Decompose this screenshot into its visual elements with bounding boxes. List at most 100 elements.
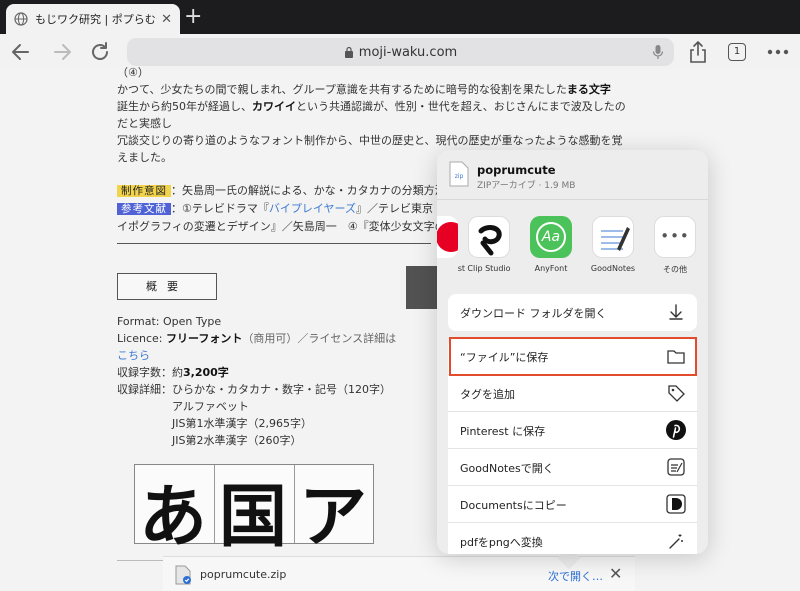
save-to-files-highlight: [449, 337, 697, 376]
zip-file-icon: [175, 565, 191, 585]
download-close-icon[interactable]: ✕: [609, 564, 622, 583]
line1-text: かつて、少女たちの間で親しまれ、グループ意識を共有するために暗号的な役割を果たし…: [117, 83, 567, 96]
globe-icon: [14, 12, 28, 26]
action-label: pdfをpngへ変換: [460, 536, 543, 549]
anyfont-app-icon: Aa: [530, 216, 572, 258]
divider: [117, 243, 431, 244]
action-open-goodnotes[interactable]: GoodNotesで開く: [448, 449, 697, 486]
app-more[interactable]: ••• その他: [645, 216, 705, 275]
reference-text: ：①テレビドラマ『: [171, 202, 269, 215]
action-label: Pinterest に保存: [460, 425, 546, 438]
action-label: タグを追加: [460, 388, 515, 401]
action-label: Documentsにコピー: [460, 499, 567, 512]
licence-label: Licence:: [117, 332, 166, 345]
tab-close-icon[interactable]: ✕: [161, 12, 172, 27]
tab-moji-waku[interactable]: もじワク研究 | ポプらむ☆ぱれっと ✕: [6, 4, 180, 34]
shared-file-name: poprumcute: [477, 163, 556, 177]
detail-line-2: アルファベット: [172, 400, 249, 413]
format-line: Format: Open Type: [117, 315, 222, 328]
action-add-tag[interactable]: タグを追加: [448, 375, 697, 412]
tab-title: もじワク研究 | ポプらむ☆ぱれっと: [35, 13, 157, 26]
lock-icon: [344, 46, 353, 58]
shared-file-meta: ZIPアーカイブ · 1.9 MB: [477, 181, 576, 191]
circled-number: （④）: [117, 66, 149, 79]
intent-row: 制作意図 ：矢島周一氏の解説による、かな・カタカナの分類方法: [117, 182, 446, 200]
line1-bold: まる文字: [566, 83, 611, 96]
licence-bold: フリーフォント: [166, 332, 243, 345]
reference-text-post: 』／テレビ東京: [356, 202, 433, 215]
count-label: 収録字数：: [117, 366, 172, 379]
line2-text: 誕生から約50年が経過し、: [117, 100, 252, 113]
goodnotes-icon: [667, 458, 685, 476]
glyph-cell: 国: [215, 465, 295, 557]
dark-image-block: [406, 266, 440, 309]
pinterest-icon: [666, 420, 686, 440]
action-save-pinterest[interactable]: Pinterest に保存: [448, 412, 697, 449]
goodnotes-app-icon: [592, 216, 634, 258]
licence-link[interactable]: こちら: [117, 347, 150, 364]
article-line-2: 誕生から約50年が経過し、カワイイという共通認識が、性別・世代を超え、おじさんに…: [117, 98, 626, 115]
detail-line-4: JIS第2水準漢字（260字）: [172, 434, 302, 447]
download-arrow-icon: [669, 304, 683, 320]
zip-icon-text: zip: [455, 173, 464, 180]
new-tab-button[interactable]: +: [184, 5, 202, 29]
action-label: GoodNotesで開く: [460, 462, 554, 475]
count-line: 収録字数：約3,200字: [117, 364, 229, 381]
download-filename: poprumcute.zip: [200, 568, 287, 581]
article-line-5: えました。: [117, 151, 172, 164]
detail-1: ひらかな・カタカナ・数字・記号（120字）: [172, 383, 391, 396]
address-bar[interactable]: moji-waku.com: [127, 38, 674, 66]
tag-icon: [668, 385, 685, 402]
detail-line-1: 収録詳細：ひらかな・カタカナ・数字・記号（120字）: [117, 381, 391, 398]
url-text: moji-waku.com: [358, 44, 458, 60]
article-line-1: かつて、少女たちの間で親しまれ、グループ意識を共有するために暗号的な役割を果たし…: [117, 81, 611, 98]
app-row: st Clip Studio Aa AnyFont GoodNotes ••• …: [437, 216, 708, 278]
glyph-cell: ア: [295, 465, 375, 557]
documents-icon: [666, 494, 686, 514]
app-label: GoodNotes: [590, 264, 636, 273]
tab-count-button[interactable]: 1: [728, 43, 746, 61]
glyph-sample-1: あ: [139, 478, 208, 557]
anyfont-glyph: Aa: [536, 222, 566, 252]
action-open-downloads[interactable]: ダウンロード フォルダを開く: [448, 294, 697, 331]
app-clip-studio[interactable]: Clip Studio: [459, 216, 519, 273]
reference-link[interactable]: バイプレイヤーズ: [269, 202, 356, 215]
detail-label: 収録詳細：: [117, 383, 172, 396]
intent-tag: 制作意図: [117, 185, 171, 197]
tab-bar: もじワク研究 | ポプらむ☆ぱれっと ✕ +: [0, 0, 800, 34]
line2-bold: カワイイ: [252, 100, 296, 113]
back-arrow-icon[interactable]: [8, 40, 34, 64]
action-copy-documents[interactable]: Documentsにコピー: [448, 486, 697, 523]
sparkle-icon: [669, 534, 683, 549]
glyph-sample-strip: あ 国 ア: [134, 464, 375, 557]
forward-arrow-icon[interactable]: [49, 40, 75, 64]
article-line-3: だと実感し: [117, 117, 172, 130]
count-prefix: 約: [172, 366, 183, 379]
detail-line-3: JIS第1水準漢字（2,965字）: [172, 417, 312, 430]
more-apps-icon: •••: [654, 216, 696, 258]
app-label: その他: [663, 265, 687, 274]
open-in-button[interactable]: 次で開く…: [548, 568, 603, 584]
app-goodnotes[interactable]: GoodNotes: [583, 216, 643, 273]
reference-row: 参考文献 ：①テレビドラマ『バイプレイヤーズ』／テレビ東京: [117, 200, 433, 218]
glyph-cell: あ: [135, 465, 215, 557]
share-sheet-header: zip poprumcute ZIPアーカイブ · 1.9 MB: [437, 150, 708, 200]
licence-detail: （商用可）／ライセンス詳細は: [242, 332, 397, 345]
licence-line: Licence: フリーフォント（商用可）／ライセンス詳細は: [117, 330, 396, 347]
zip-document-icon: zip: [449, 161, 469, 187]
intent-text: ：矢島周一氏の解説による、かな・カタカナの分類方法: [171, 184, 446, 197]
action-label: ダウンロード フォルダを開く: [460, 307, 607, 320]
pinterest-app-icon: [437, 216, 458, 258]
reload-icon[interactable]: [88, 40, 114, 64]
more-dots-icon[interactable]: [767, 48, 789, 56]
reference-tag: 参考文献: [117, 203, 171, 215]
article-line-4: 冗談交じりの寄り道のようなフォント制作から、中世の歴史と、現代の歴史が重なったよ…: [117, 134, 623, 147]
more-apps-dots: •••: [660, 227, 690, 245]
action-pdf-to-png[interactable]: pdfをpngへ変換: [448, 523, 697, 554]
overview-heading: 概要: [117, 273, 217, 300]
share-icon[interactable]: [688, 40, 708, 64]
app-anyfont[interactable]: Aa AnyFont: [521, 216, 581, 273]
count-value: 3,200字: [183, 366, 229, 379]
microphone-icon[interactable]: [652, 44, 664, 60]
reference-line-2: イポグラフィの変遷とデザイン』／矢島周一 ④『変体少女文字の: [117, 220, 446, 233]
